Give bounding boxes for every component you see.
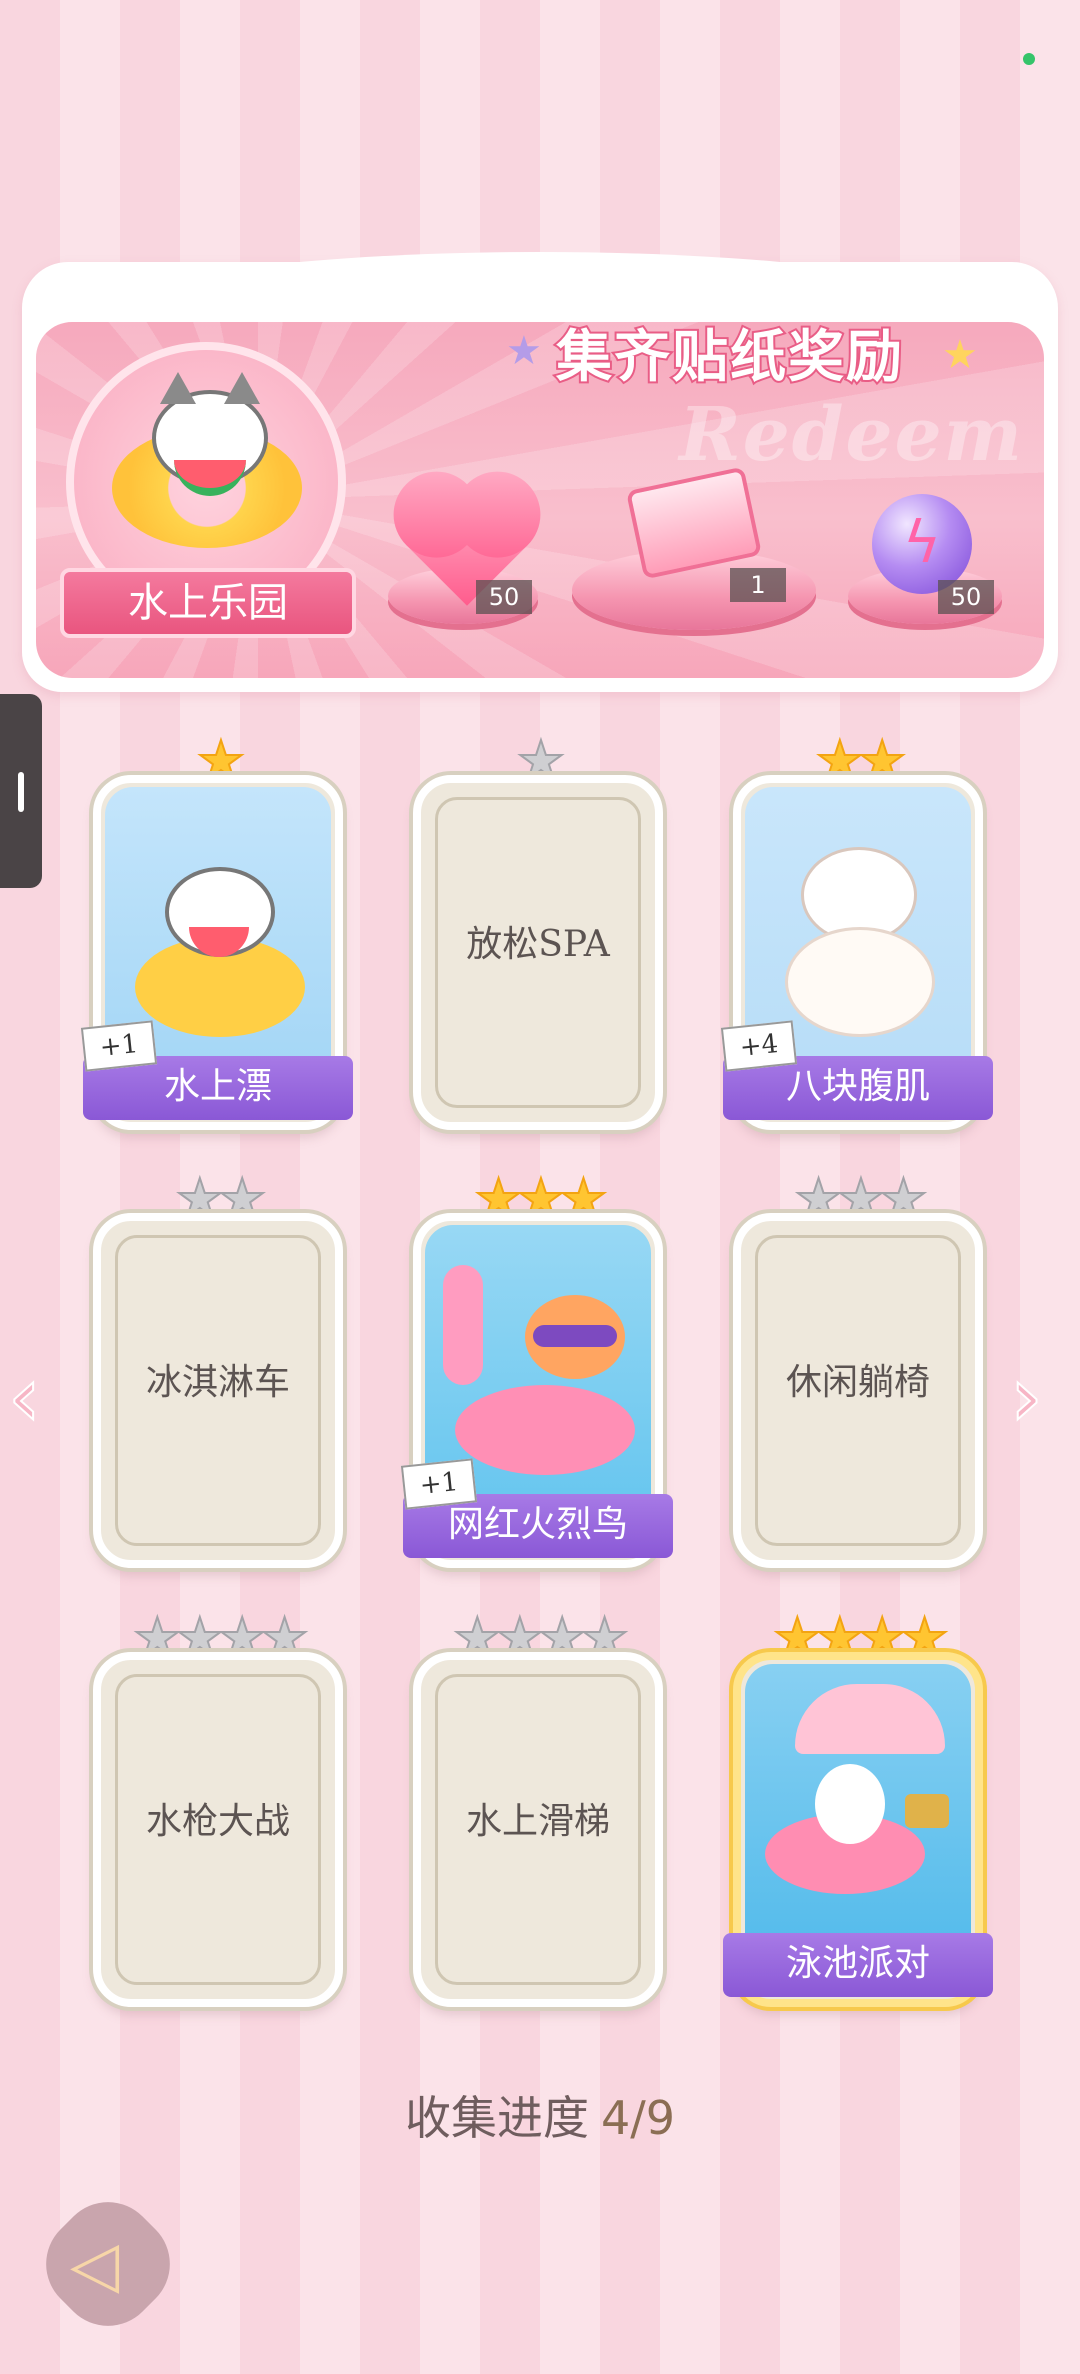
reward-energy-orb[interactable]: ϟ 50 (846, 480, 1016, 640)
chevron-right-icon[interactable]: › (1009, 1349, 1044, 1446)
collection-progress: 收集进度 4/9 (0, 2082, 1080, 2148)
sticker-card[interactable]: ★ 放松SPA (413, 728, 663, 1130)
card-name: 放松SPA (466, 924, 610, 965)
card-name: 水上滑梯 (465, 1801, 610, 1842)
flamingo-icon (443, 1265, 483, 1385)
chevron-left-icon[interactable]: ‹ (7, 1349, 42, 1446)
sticker-card[interactable]: ★★★★ 水上滑梯 (413, 1605, 663, 2007)
card-name: 冰淇淋车 (145, 1362, 290, 1403)
reward-count: 1 (730, 568, 786, 602)
sticker-card[interactable]: ★★★★ 泳池派对 (723, 1605, 993, 2007)
banner-title: 集齐贴纸奖励 (554, 323, 904, 392)
album-name: 水上乐园 (60, 568, 356, 638)
sticker-card[interactable]: ★ 水上漂 +1 (80, 728, 353, 1130)
progress-value: 4/9 (600, 2091, 676, 2145)
swim-ring-icon (455, 1385, 635, 1475)
duplicate-count: +1 (400, 1458, 478, 1510)
status-indicator (1023, 53, 1035, 65)
umbrella-icon (795, 1684, 945, 1754)
sticker-card[interactable]: ★★★ 休闲躺椅 (733, 1166, 983, 1568)
side-drawer-tab[interactable] (0, 694, 42, 888)
energy-orb-icon: ϟ (872, 494, 972, 594)
sticker-card[interactable]: ★★ 八块腹肌 +4 (720, 728, 993, 1130)
bunny-icon (815, 1764, 885, 1844)
sticker-card[interactable]: ★★ 冰淇淋车 (93, 1166, 343, 1568)
sticker-card[interactable]: ★★★★ 水枪大战 (93, 1605, 343, 2007)
progress-label: 收集进度 (404, 2091, 589, 2145)
sticker-card[interactable]: ★★★ 网红火烈鸟 +1 (400, 1166, 673, 1568)
sunglasses-icon (533, 1325, 617, 1347)
reward-count: 50 (938, 580, 994, 614)
card-name: 休闲躺椅 (785, 1362, 930, 1403)
radio-icon (905, 1794, 949, 1828)
drawer-handle-icon (18, 772, 24, 812)
reward-gift-box[interactable]: 1 (570, 450, 820, 640)
reward-heart-gem[interactable]: 50 (380, 480, 550, 640)
muscle-body-icon (785, 927, 935, 1037)
duplicate-count: +1 (80, 1020, 158, 1072)
reward-count: 50 (476, 580, 532, 614)
card-name: 泳池派对 (723, 1933, 993, 1997)
back-arrow-icon[interactable]: ◁ (70, 2228, 150, 2302)
star-decoration-icon: ★ (942, 332, 978, 378)
card-name: 水枪大战 (145, 1801, 290, 1842)
duplicate-count: +4 (720, 1020, 798, 1072)
